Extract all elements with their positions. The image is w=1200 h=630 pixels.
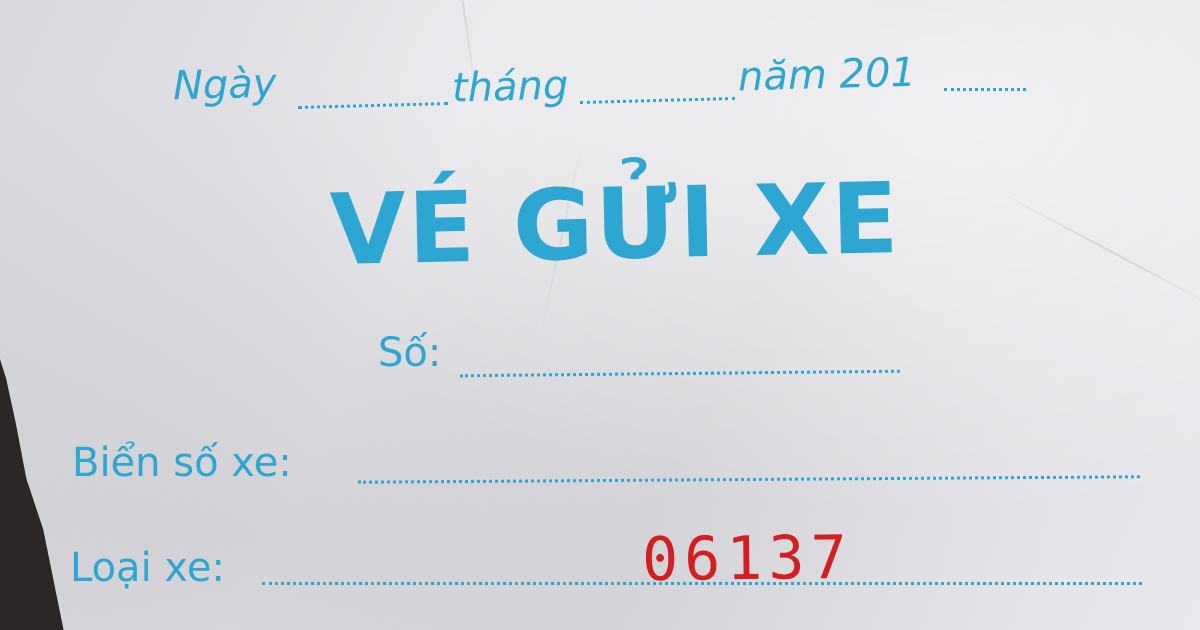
- ticket-number-label: Số:: [378, 330, 442, 376]
- date-month-dotted-line: [579, 96, 736, 105]
- parking-ticket-paper: Ngày tháng năm 201 VÉ GỬI XE Số: Biển số…: [0, 0, 1200, 630]
- vehicle-type-label: Loại xe:: [70, 545, 225, 591]
- date-year-label: năm 201: [737, 49, 917, 101]
- paper-crease: [994, 189, 1200, 313]
- plate-number-label: Biển số xe:: [72, 440, 292, 486]
- plate-number-dotted-line: [357, 475, 1141, 484]
- serial-number-stamp: 06137: [641, 522, 853, 596]
- date-month-label: tháng: [451, 62, 569, 112]
- date-day-label: Ngày: [172, 60, 278, 110]
- date-day-dotted-line: [297, 102, 449, 109]
- ticket-number-dotted-line: [459, 369, 901, 378]
- date-year-dotted-line: [944, 88, 1026, 91]
- ticket-title: VÉ GỬI XE: [328, 162, 902, 288]
